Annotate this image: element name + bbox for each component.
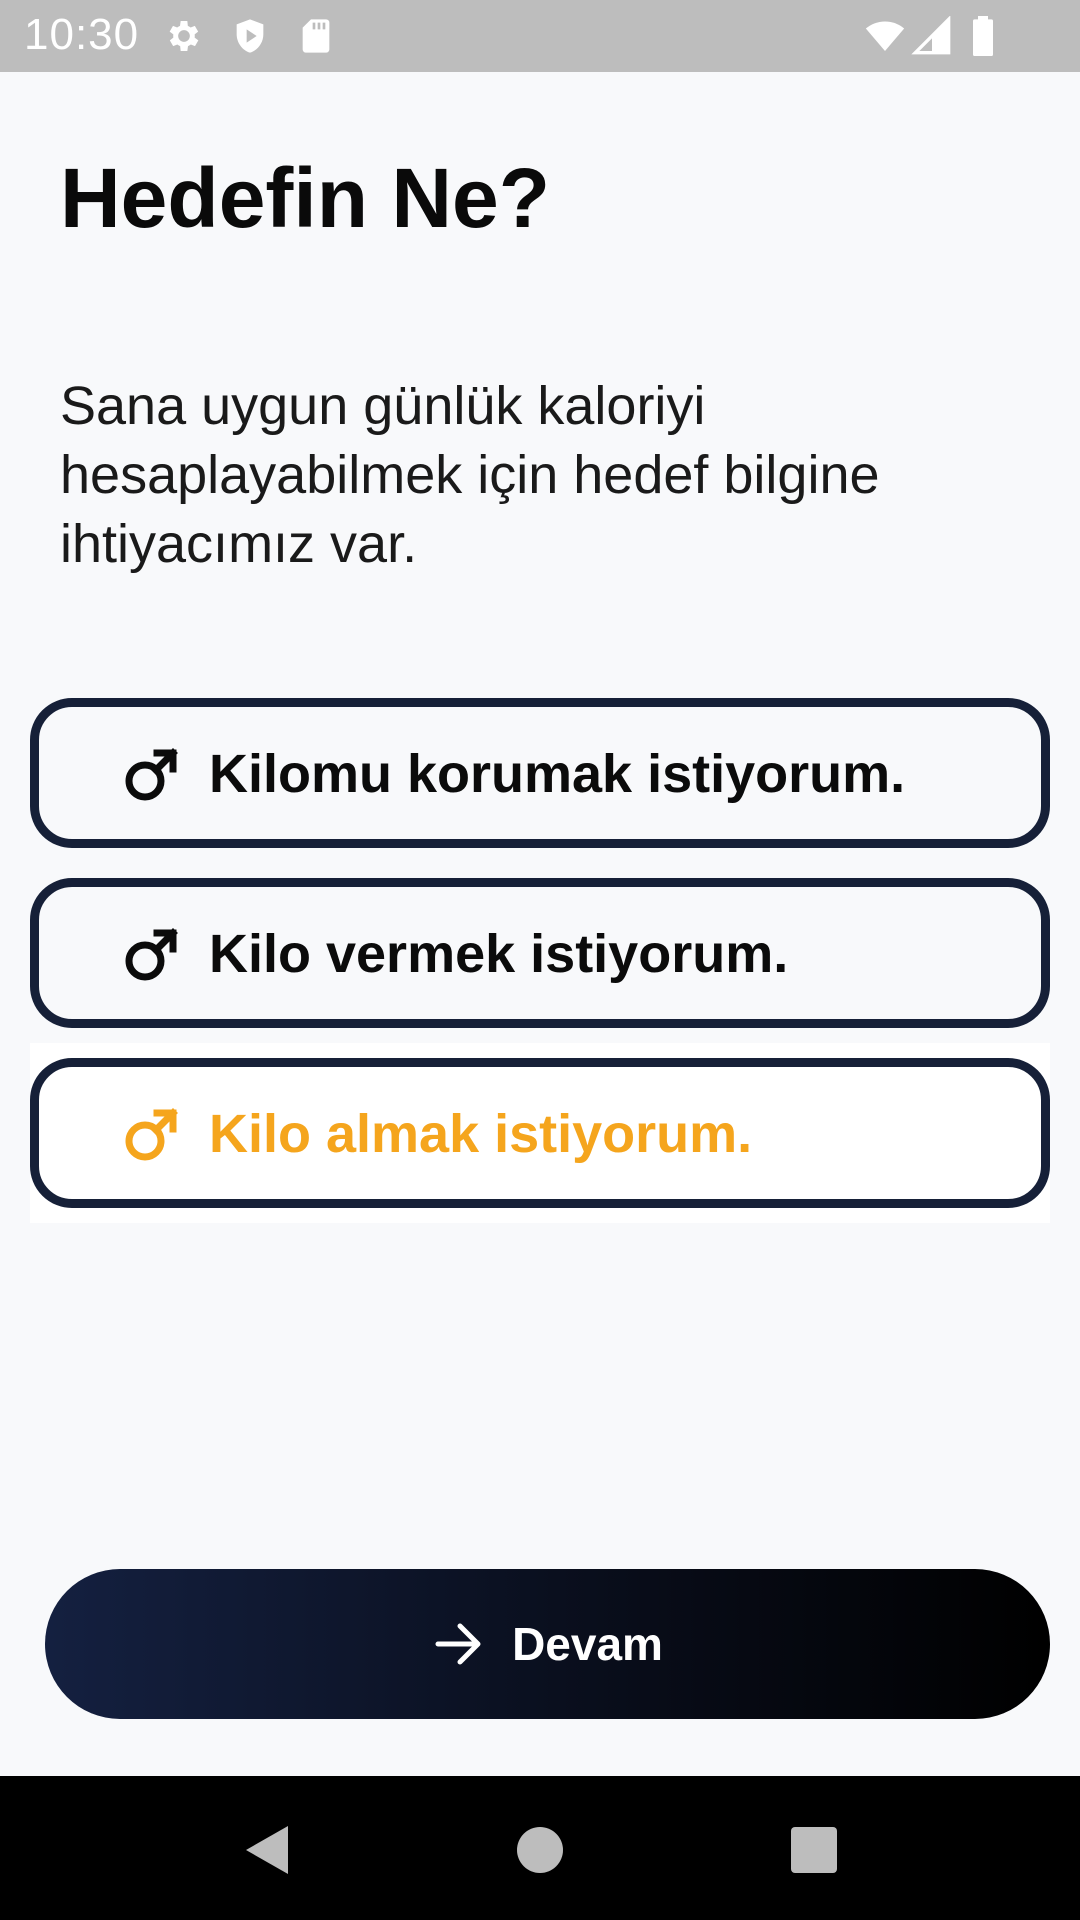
back-icon[interactable] <box>240 1822 296 1878</box>
home-icon[interactable] <box>512 1822 568 1878</box>
male-symbol-icon <box>121 745 181 805</box>
navigation-bar <box>0 1776 1080 1920</box>
page-title: Hedefin Ne? <box>60 151 551 245</box>
option-label: Kilo almak istiyorum. <box>209 1104 753 1164</box>
male-symbol-icon <box>121 1105 181 1165</box>
continue-label: Devam <box>512 1618 663 1670</box>
gear-icon <box>164 16 204 56</box>
male-symbol-icon <box>121 925 181 985</box>
status-bar: 10:30 <box>0 0 1080 72</box>
option-label: Kilo vermek istiyorum. <box>209 924 789 984</box>
recents-icon[interactable] <box>786 1822 842 1878</box>
option-wrapper-maintain: Kilomu korumak istiyorum. <box>30 698 1050 848</box>
goal-selection-screen: 10:30 Hedefin Ne? Sana uygun günlük kalo… <box>0 0 1080 1920</box>
continue-button[interactable]: Devam <box>45 1569 1050 1719</box>
option-label: Kilomu korumak istiyorum. <box>209 744 906 804</box>
option-lose-weight[interactable]: Kilo vermek istiyorum. <box>30 878 1050 1028</box>
status-time: 10:30 <box>24 10 140 59</box>
sd-card-icon <box>296 16 336 56</box>
arrow-right-icon <box>432 1617 486 1671</box>
page-description: Sana uygun günlük kaloriyi hesaplayabilm… <box>60 376 880 574</box>
wifi-icon <box>862 16 908 56</box>
shield-icon <box>230 16 270 56</box>
option-wrapper-lose: Kilo vermek istiyorum. <box>30 878 1050 1028</box>
battery-icon <box>966 16 1000 56</box>
signal-icon <box>910 16 954 56</box>
option-maintain-weight[interactable]: Kilomu korumak istiyorum. <box>30 698 1050 848</box>
option-gain-weight[interactable]: Kilo almak istiyorum. <box>30 1058 1050 1208</box>
goal-options: Kilomu korumak istiyorum. Kilo vermek is… <box>30 698 1050 1253</box>
option-wrapper-gain: Kilo almak istiyorum. <box>30 1043 1050 1223</box>
